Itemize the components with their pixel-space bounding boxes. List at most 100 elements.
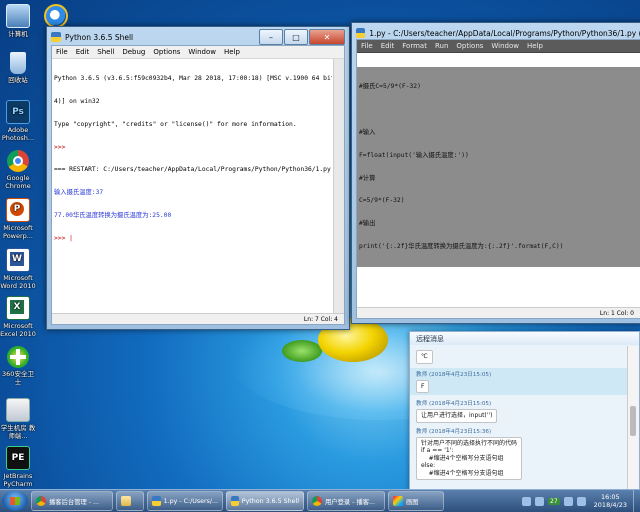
menu-window[interactable]: Window	[491, 42, 519, 50]
code-line: F=float(input('输入摄氏温度:'))	[359, 151, 469, 159]
shell-scrollbar[interactable]	[333, 59, 344, 314]
taskbar-item-shell[interactable]: Python 3.6.5 Shell	[226, 491, 304, 511]
menu-window[interactable]: Window	[188, 48, 216, 56]
desktop-icon-computer[interactable]: 计算机	[0, 4, 36, 38]
message-meta: 教师 (2018年4月23日15:05)	[416, 401, 492, 407]
desktop-icon-360[interactable]: 360安全卫士	[0, 346, 36, 386]
code-line: #输出	[359, 220, 376, 228]
menu-file[interactable]: File	[56, 48, 68, 56]
tray-icon[interactable]	[535, 496, 545, 506]
message-meta: 教师 (2018年4月23日15:05)	[416, 371, 492, 378]
message-bubble: F	[416, 379, 430, 393]
desktop-icon-chrome[interactable]: Google Chrome	[0, 150, 36, 190]
word-icon: W	[6, 248, 30, 272]
desktop-icon-label: Adobe Photosh...	[1, 126, 35, 142]
desktop-icon-label: 360安全卫士	[2, 370, 34, 386]
tray-icon[interactable]	[522, 496, 532, 506]
chrome-icon	[36, 496, 46, 506]
shell-line: Python 3.6.5 (v3.6.5:f59c0932b4, Mar 28 …	[54, 75, 332, 83]
taskbar-item-paint[interactable]: 画图	[388, 491, 444, 511]
menu-help[interactable]: Help	[527, 42, 543, 50]
editor-code-area[interactable]: #摄氏C=5/9*(F-32) #输入 F=float(input('输入摄氏温…	[357, 52, 640, 308]
chat-message: 教师 (2018年4月23日15:05) F	[410, 367, 627, 395]
taskbar-label: 画图	[406, 498, 419, 506]
code-line: print('{:.2f}华氏温度转换为摄氏温度为:{:.2f}'.format…	[359, 242, 564, 250]
desktop-icon-label: 回收站	[8, 76, 28, 84]
clock-time: 16:05	[600, 493, 620, 501]
desktop-icon-label: 计算机	[8, 30, 28, 38]
code-line: #摄氏C=5/9*(F-32)	[359, 83, 421, 91]
desktop-icon-photoshop[interactable]: Ps Adobe Photosh...	[0, 100, 36, 142]
chat-header: 远程消息	[410, 332, 639, 345]
desktop-icon-excel[interactable]: X Microsoft Excel 2010	[0, 296, 36, 338]
menu-options[interactable]: Options	[153, 48, 180, 56]
menu-file[interactable]: File	[361, 42, 373, 50]
shell-titlebar[interactable]: Python 3.6.5 Shell – □ ✕	[47, 27, 349, 47]
shell-statusbar: Ln: 7 Col: 4	[52, 313, 344, 324]
taskbar-item-chrome-login[interactable]: 用户登录 - 播客...	[307, 491, 385, 511]
menu-run[interactable]: Run	[435, 42, 448, 50]
desktop-icon-powerpoint[interactable]: P Microsoft Powerp...	[0, 198, 36, 240]
desktop-icon-classroom[interactable]: 学生机房 教师端...	[0, 398, 36, 440]
message-bubble: 针对用户不同的选择执行不同的代码 if a == '1': #缩进4个空格写分支…	[416, 436, 523, 480]
window-title: 1.py - C:/Users/teacher/AppData/Local/Pr…	[369, 28, 640, 38]
remote-message-panel[interactable]: 远程消息 ℃ 教师 (2018年4月23日15:05) F 教师 (2018年4…	[409, 331, 640, 493]
network-icon[interactable]	[563, 496, 573, 506]
minimize-button[interactable]: –	[259, 29, 283, 45]
taskbar-item-chrome-admin[interactable]: 播客后台管理 - ...	[31, 491, 113, 511]
taskbar-label: 1.py - C:/Users/...	[163, 497, 218, 505]
menu-edit[interactable]: Edit	[381, 42, 395, 50]
pycharm-icon: PE	[6, 446, 30, 470]
internet-explorer-icon[interactable]	[44, 4, 68, 28]
menu-edit[interactable]: Edit	[76, 48, 90, 56]
volume-icon[interactable]	[576, 496, 586, 506]
menu-help[interactable]: Help	[224, 48, 240, 56]
chat-message: ℃	[416, 350, 621, 364]
cursor-position: Ln: 7 Col: 4	[303, 315, 338, 323]
message-bubble: ℃	[416, 350, 433, 364]
chat-message: 教师 (2018年4月23日15:36) 针对用户不同的选择执行不同的代码 if…	[416, 427, 621, 480]
close-button[interactable]: ✕	[309, 29, 345, 45]
shell-output[interactable]: Python 3.6.5 (v3.6.5:f59c0932b4, Mar 28 …	[54, 60, 332, 312]
tray-badge[interactable]: 27	[548, 497, 560, 505]
menu-shell[interactable]: Shell	[97, 48, 114, 56]
shell-line: 4)] on win32	[54, 97, 100, 105]
clock[interactable]: 16:05 2018/4/23	[594, 493, 627, 509]
python-icon	[152, 496, 161, 506]
desktop-icon-label: Microsoft Excel 2010	[0, 322, 36, 338]
shell-prompt: >>>	[54, 143, 70, 151]
desktop-icon-label: 学生机房 教师端...	[0, 424, 36, 440]
security-guard-icon	[7, 346, 29, 368]
cursor-position: Ln: 1 Col: 0	[599, 309, 634, 317]
classroom-icon	[6, 398, 30, 422]
code-selection: #摄氏C=5/9*(F-32) #输入 F=float(input('输入摄氏温…	[357, 67, 640, 267]
desktop-icon-word[interactable]: W Microsoft Word 2010	[0, 248, 36, 290]
system-tray: 27 16:05 2018/4/23	[518, 490, 640, 512]
maximize-button[interactable]: □	[284, 29, 308, 45]
message-bubble: 让用户进行选择，input('')	[416, 409, 498, 423]
code-line: #计算	[359, 174, 376, 182]
code-line: C=5/9*(F-32)	[359, 197, 405, 205]
start-button[interactable]	[2, 491, 28, 511]
editor-window[interactable]: 1.py - C:/Users/teacher/AppData/Local/Pr…	[351, 22, 640, 324]
show-desktop-button[interactable]	[633, 490, 640, 512]
wallpaper-leaf	[282, 340, 322, 362]
paint-icon	[393, 496, 403, 506]
clock-date: 2018/4/23	[593, 501, 627, 509]
menu-format[interactable]: Format	[402, 42, 427, 50]
chat-scrollbar[interactable]	[627, 346, 639, 492]
python-shell-window[interactable]: Python 3.6.5 Shell – □ ✕ File Edit Shell…	[46, 26, 350, 330]
desktop-icon-recycle-bin[interactable]: 回收站	[0, 52, 36, 84]
taskbar-item-explorer[interactable]	[116, 491, 144, 511]
scroll-thumb[interactable]	[630, 406, 636, 436]
menu-debug[interactable]: Debug	[122, 48, 145, 56]
python-icon	[51, 32, 61, 42]
shell-prompt: >>> |	[54, 234, 73, 242]
taskbar-item-editor[interactable]: 1.py - C:/Users/...	[147, 491, 223, 511]
menu-options[interactable]: Options	[456, 42, 483, 50]
desktop-icon-label: Google Chrome	[5, 174, 31, 190]
powerpoint-icon: P	[6, 198, 30, 222]
computer-icon	[6, 4, 30, 28]
folder-icon	[121, 496, 131, 506]
